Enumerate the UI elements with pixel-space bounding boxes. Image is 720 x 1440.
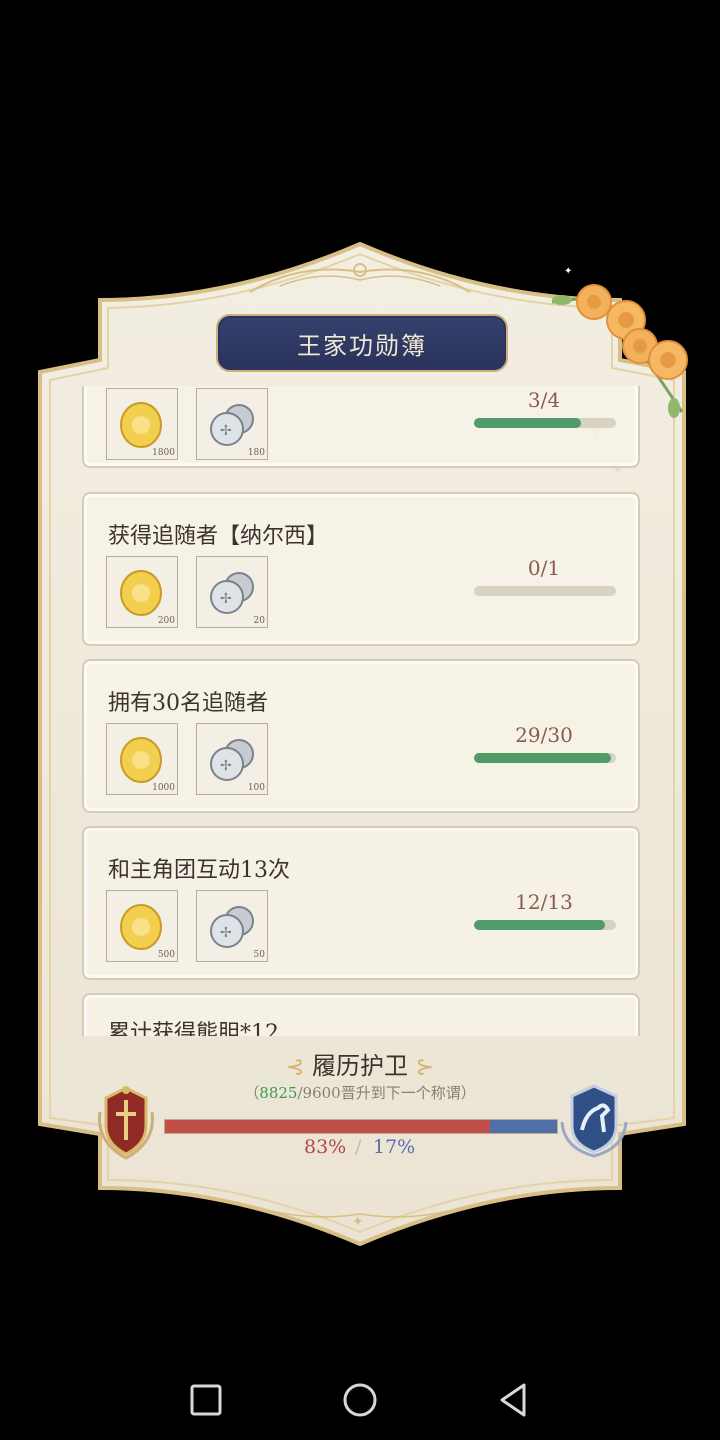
- task-card: 累计获得熊胆*12: [82, 993, 640, 1036]
- home-button[interactable]: [340, 1380, 380, 1420]
- reward-amount: 200: [157, 616, 175, 626]
- task-card: 和主角团互动13次 500 ✢ 50 12/13: [82, 826, 640, 980]
- progress-fill: [474, 418, 581, 428]
- task-list[interactable]: 1800 ✢ 180 3/4 获得追随者【纳尔西】 200 ✢ 20 0/1 拥…: [78, 386, 642, 1036]
- rank-progress-bar: [164, 1119, 558, 1134]
- reward-slot[interactable]: ✢ 180: [196, 388, 268, 460]
- reward-amount: 50: [253, 950, 265, 960]
- rank-progress-text: （8825/9600晋升到下一个称谓）: [244, 1084, 476, 1102]
- task-card: 拥有30名追随者 1000 ✢ 100 29/30: [82, 659, 640, 813]
- reward-slot[interactable]: ✢ 50: [196, 890, 268, 962]
- task-title: 和主角团互动13次: [108, 858, 290, 883]
- gold-coin-icon: [120, 570, 162, 616]
- reward-slot[interactable]: 1800: [106, 388, 178, 460]
- silver-coin-icon: ✢: [210, 906, 254, 948]
- reward-slot[interactable]: 500: [106, 890, 178, 962]
- svg-text:✦: ✦: [626, 262, 633, 264]
- square-icon: [190, 1384, 222, 1416]
- task-title: 累计获得熊胆*12: [108, 1021, 279, 1036]
- svg-text:✢: ✢: [220, 925, 232, 941]
- svg-text:✦: ✦: [352, 1214, 364, 1230]
- reward-amount: 100: [247, 783, 265, 793]
- panel-title: 王家功勋簿: [216, 314, 508, 372]
- recent-apps-button[interactable]: [188, 1382, 224, 1418]
- reward-slot[interactable]: ✢ 100: [196, 723, 268, 795]
- reward-amount: 1800: [152, 448, 175, 458]
- blue-horse-emblem-icon: [560, 1084, 628, 1158]
- left-percent: 83%: [304, 1136, 347, 1158]
- progress-bar: [474, 418, 616, 428]
- silver-coin-icon: ✢: [210, 739, 254, 781]
- triangle-back-icon: [500, 1383, 526, 1417]
- reward-slot[interactable]: 200: [106, 556, 178, 628]
- gold-coin-icon: [120, 402, 162, 448]
- silver-coin-icon: ✢: [210, 572, 254, 614]
- reward-amount: 1000: [152, 783, 175, 793]
- progress-text: 0/1: [527, 556, 561, 580]
- progress-text: 3/4: [527, 388, 561, 412]
- current-xp: 8825: [259, 1084, 298, 1102]
- silver-coin-icon: ✢: [210, 404, 254, 446]
- reward-amount: 500: [157, 950, 175, 960]
- rank-name: 履历护卫: [312, 1052, 408, 1080]
- progress-text: 12/13: [515, 890, 573, 914]
- progress-bar: [474, 586, 616, 596]
- progress-bar: [474, 920, 616, 930]
- reward-amount: 180: [247, 448, 265, 458]
- task-card: 1800 ✢ 180 3/4: [82, 386, 640, 468]
- reward-amount: 20: [253, 616, 265, 626]
- rank-progress-fill: [165, 1120, 491, 1133]
- task-card: 获得追随者【纳尔西】 200 ✢ 20 0/1: [82, 492, 640, 646]
- svg-text:✢: ✢: [220, 758, 232, 774]
- ornament-icon: ⊰: [285, 1055, 305, 1080]
- progress-bar: [474, 753, 616, 763]
- progress-text: 29/30: [515, 723, 573, 747]
- circle-icon: [343, 1383, 377, 1417]
- task-title: 拥有30名追随者: [108, 691, 268, 716]
- progress-fill: [474, 753, 612, 763]
- svg-text:✢: ✢: [220, 591, 232, 607]
- progress-fill: [474, 920, 606, 930]
- back-button[interactable]: [494, 1380, 534, 1420]
- ornament-icon: ⊱: [415, 1055, 435, 1080]
- rank-title: ⊰ 履历护卫 ⊱: [270, 1046, 450, 1081]
- task-title: 获得追随者【纳尔西】: [108, 524, 329, 549]
- percent-separator: /: [355, 1136, 362, 1158]
- xp-requirement: /9600晋升到下一个称谓）: [297, 1084, 476, 1102]
- reward-slot[interactable]: ✢ 20: [196, 556, 268, 628]
- svg-text:✦: ✦: [564, 266, 572, 277]
- gold-coin-icon: [120, 904, 162, 950]
- gold-coin-icon: [120, 737, 162, 783]
- red-shield-emblem-icon: [98, 1086, 154, 1160]
- reward-slot[interactable]: 1000: [106, 723, 178, 795]
- svg-text:✢: ✢: [220, 423, 232, 439]
- achievement-panel: ✦ ✦ ✦ 王家功勋簿 ✦ ✦ 1800 ✢ 180: [0, 0, 720, 1440]
- right-percent: 17%: [373, 1136, 416, 1158]
